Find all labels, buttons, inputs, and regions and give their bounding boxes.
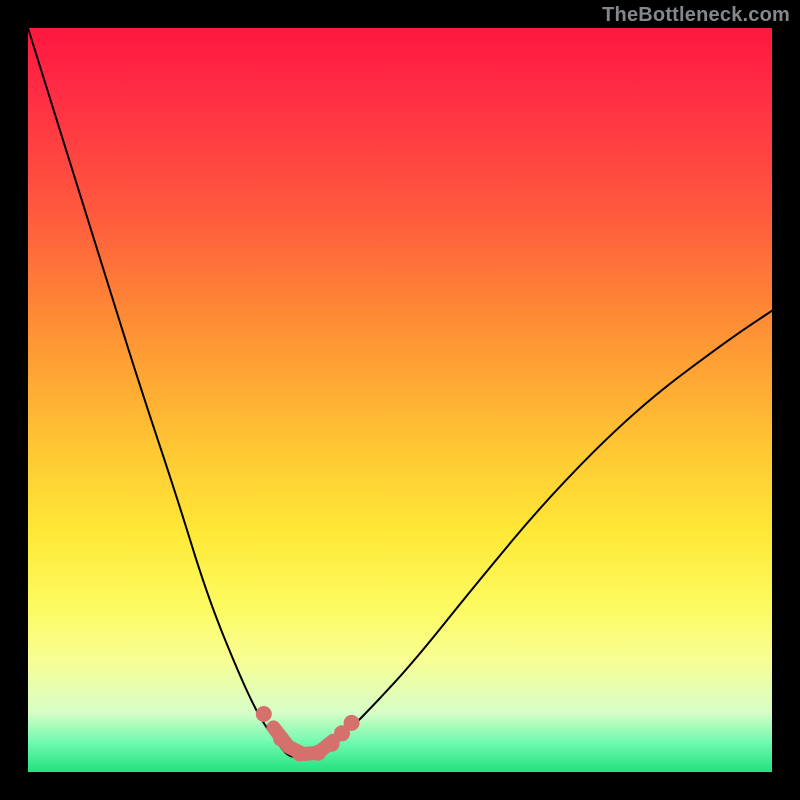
bottleneck-plot [28,28,772,772]
valley-dot [256,706,272,722]
valley-marker [256,706,360,761]
watermark-text: TheBottleneck.com [602,4,790,27]
bottleneck-curve-line [28,28,772,757]
chart-canvas [28,28,772,772]
valley-dot [310,745,326,761]
valley-dot [292,745,308,761]
valley-dot [273,731,289,747]
valley-dot [344,715,360,731]
